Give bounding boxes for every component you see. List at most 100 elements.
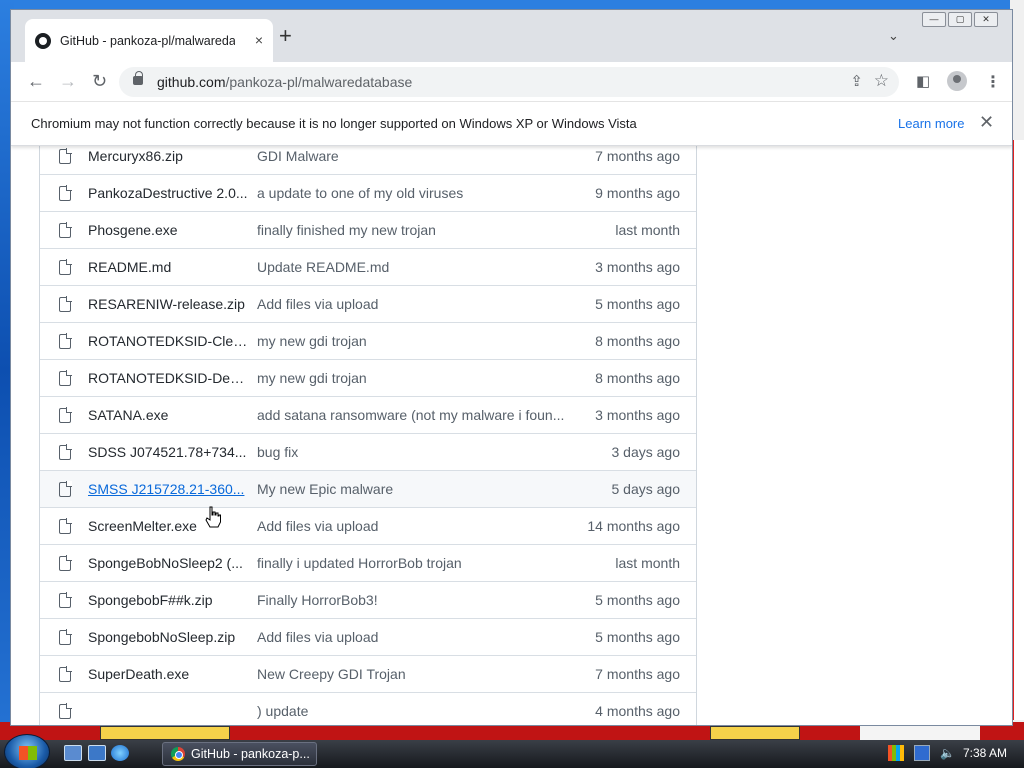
file-icon — [59, 148, 72, 164]
file-row[interactable]: ROTANOTEDKSID-Clea... my new gdi trojan 8 … — [40, 322, 696, 359]
file-icon — [59, 555, 72, 571]
browser-window: GitHub - pankoza-pl/malwaredatabase × + … — [10, 9, 1013, 726]
share-icon[interactable]: ⇪ — [850, 72, 863, 90]
file-name-link[interactable]: SpongebobF##k.zip — [88, 592, 248, 608]
infobar-message: Chromium may not function correctly beca… — [31, 116, 637, 131]
commit-age: 4 months ago — [595, 703, 680, 719]
commit-message-link[interactable]: Update README.md — [257, 259, 567, 275]
commit-message-link[interactable]: New Creepy GDI Trojan — [257, 666, 567, 682]
back-arrow-icon[interactable]: ← — [27, 71, 45, 91]
lock-icon[interactable] — [133, 71, 143, 85]
commit-message-link[interactable]: add satana ransomware (not my malware i … — [257, 407, 567, 423]
new-tab-button[interactable]: + — [279, 25, 292, 47]
file-name-link[interactable]: SMSS J215728.21-360... — [88, 481, 248, 497]
reload-icon[interactable]: ↻ — [92, 71, 107, 91]
close-window-button[interactable]: ✕ — [974, 12, 998, 27]
file-icon — [59, 518, 72, 534]
commit-message-link[interactable]: finally i updated HorrorBob trojan — [257, 555, 567, 571]
tab-search-icon[interactable]: ⌄ — [888, 28, 899, 44]
file-row[interactable]: README.md Update README.md 3 months ago — [40, 248, 696, 285]
file-row[interactable]: SMSS J215728.21-360... My new Epic malwar… — [40, 470, 696, 507]
browser-tab[interactable]: GitHub - pankoza-pl/malwaredatabase × — [25, 19, 273, 62]
tab-close-icon[interactable]: × — [255, 32, 263, 48]
file-name-link[interactable]: PankozaDestructive 2.0... — [88, 185, 248, 201]
commit-message-link[interactable]: GDI Malware — [257, 148, 567, 164]
file-row[interactable]: ) update 4 months ago — [40, 692, 696, 725]
file-row[interactable]: SpongebobNoSleep.zip Add files via upload… — [40, 618, 696, 655]
forward-arrow-icon[interactable]: → — [59, 71, 77, 91]
hand-cursor-icon — [205, 506, 221, 528]
volume-muted-icon[interactable]: 🔈 — [940, 745, 956, 761]
file-row[interactable]: SATANA.exe add satana ransomware (not my … — [40, 396, 696, 433]
clock[interactable]: 7:38 AM — [963, 746, 1007, 760]
file-name-link[interactable]: Mercuryx86.zip — [88, 148, 248, 164]
commit-message-link[interactable]: My new Epic malware — [257, 481, 567, 497]
file-icon — [59, 481, 72, 497]
start-button[interactable] — [4, 734, 50, 768]
network-icon[interactable] — [914, 745, 930, 761]
file-name-link[interactable]: SpongebobNoSleep.zip — [88, 629, 248, 645]
file-name-link[interactable]: ScreenMelter.exe — [88, 518, 248, 534]
commit-message-link[interactable]: bug fix — [257, 444, 567, 460]
file-row[interactable]: SpongebobF##k.zip Finally HorrorBob3! 5 mo… — [40, 581, 696, 618]
commit-age: 5 months ago — [595, 592, 680, 608]
file-icon — [59, 592, 72, 608]
file-name-link[interactable]: SATANA.exe — [88, 407, 248, 423]
commit-message-link[interactable]: Add files via upload — [257, 296, 567, 312]
taskbar-chromium-button[interactable]: GitHub - pankoza-p... — [162, 742, 317, 766]
file-name-link[interactable]: ROTANOTEDKSID-Clea... — [88, 333, 248, 349]
file-row[interactable]: SDSS J074521.78+734... bug fix 3 days ago — [40, 433, 696, 470]
commit-message-link[interactable]: Add files via upload — [257, 518, 567, 534]
commit-message-link[interactable]: Finally HorrorBob3! — [257, 592, 567, 608]
file-icon — [59, 333, 72, 349]
commit-age: 9 months ago — [595, 185, 680, 201]
url-text[interactable]: github.com/pankoza-pl/malwaredatabase — [157, 74, 412, 90]
profile-icon[interactable] — [947, 71, 967, 91]
file-name-link[interactable]: README.md — [88, 259, 248, 275]
system-tray: 🔈 — [888, 745, 956, 761]
file-icon — [59, 629, 72, 645]
commit-age: last month — [615, 222, 680, 238]
commit-message-link[interactable]: finally finished my new trojan — [257, 222, 567, 238]
file-name-link[interactable]: ROTANOTEDKSID-Dest... — [88, 370, 248, 386]
windows-update-icon[interactable] — [888, 745, 904, 761]
chromium-icon — [171, 747, 185, 761]
file-row[interactable]: Phosgene.exe finally finished my new troj… — [40, 211, 696, 248]
file-name-link[interactable]: RESARENIW-release.zip — [88, 296, 248, 312]
taskbar-task-label: GitHub - pankoza-p... — [191, 747, 310, 761]
minimize-button[interactable]: — — [922, 12, 946, 27]
kebab-menu-icon[interactable]: ⋮ — [985, 72, 1001, 92]
commit-message-link[interactable]: a update to one of my old viruses — [257, 185, 567, 201]
commit-age: 8 months ago — [595, 333, 680, 349]
commit-age: 5 days ago — [611, 481, 681, 497]
file-row[interactable]: ROTANOTEDKSID-Dest... my new gdi trojan 8 … — [40, 359, 696, 396]
file-icon — [59, 296, 72, 312]
file-name-link[interactable]: SuperDeath.exe — [88, 666, 248, 682]
show-desktop-icon[interactable] — [64, 745, 82, 761]
commit-message-link[interactable]: ) update — [257, 703, 567, 719]
title-bar: GitHub - pankoza-pl/malwaredatabase × + … — [11, 10, 1012, 62]
side-panel-icon[interactable]: ◧ — [916, 72, 930, 90]
commit-message-link[interactable]: my new gdi trojan — [257, 333, 567, 349]
file-name-link[interactable]: SDSS J074521.78+734... — [88, 444, 248, 460]
infobar-close-icon[interactable]: ✕ — [979, 112, 994, 133]
commit-message-link[interactable]: my new gdi trojan — [257, 370, 567, 386]
learn-more-link[interactable]: Learn more — [898, 116, 964, 131]
file-row[interactable]: ScreenMelter.exe Add files via upload 14 m… — [40, 507, 696, 544]
taskbar: GitHub - pankoza-p... 🔈 7:38 AM — [0, 734, 1024, 768]
file-row[interactable]: SpongeBobNoSleep2 (... finally i updated … — [40, 544, 696, 581]
file-icon — [59, 259, 72, 275]
maximize-button[interactable]: ▢ — [948, 12, 972, 27]
switch-windows-icon[interactable] — [88, 745, 106, 761]
file-name-link[interactable]: SpongeBobNoSleep2 (... — [88, 555, 248, 571]
address-bar[interactable]: github.com/pankoza-pl/malwaredatabase ⇪ … — [119, 67, 899, 97]
browser-toolbar: ← → ↻ github.com/pankoza-pl/malwaredatab… — [11, 62, 1012, 102]
bookmark-star-icon[interactable]: ☆ — [874, 71, 889, 91]
internet-explorer-icon[interactable] — [111, 745, 129, 761]
file-row[interactable]: PankozaDestructive 2.0... a update to one… — [40, 174, 696, 211]
commit-message-link[interactable]: Add files via upload — [257, 629, 567, 645]
file-row[interactable]: RESARENIW-release.zip Add files via uploa… — [40, 285, 696, 322]
file-name-link[interactable]: Phosgene.exe — [88, 222, 248, 238]
file-row[interactable]: Mercuryx86.zip GDI Malware 7 months ago — [40, 146, 696, 174]
file-row[interactable]: SuperDeath.exe New Creepy GDI Trojan 7 mon… — [40, 655, 696, 692]
